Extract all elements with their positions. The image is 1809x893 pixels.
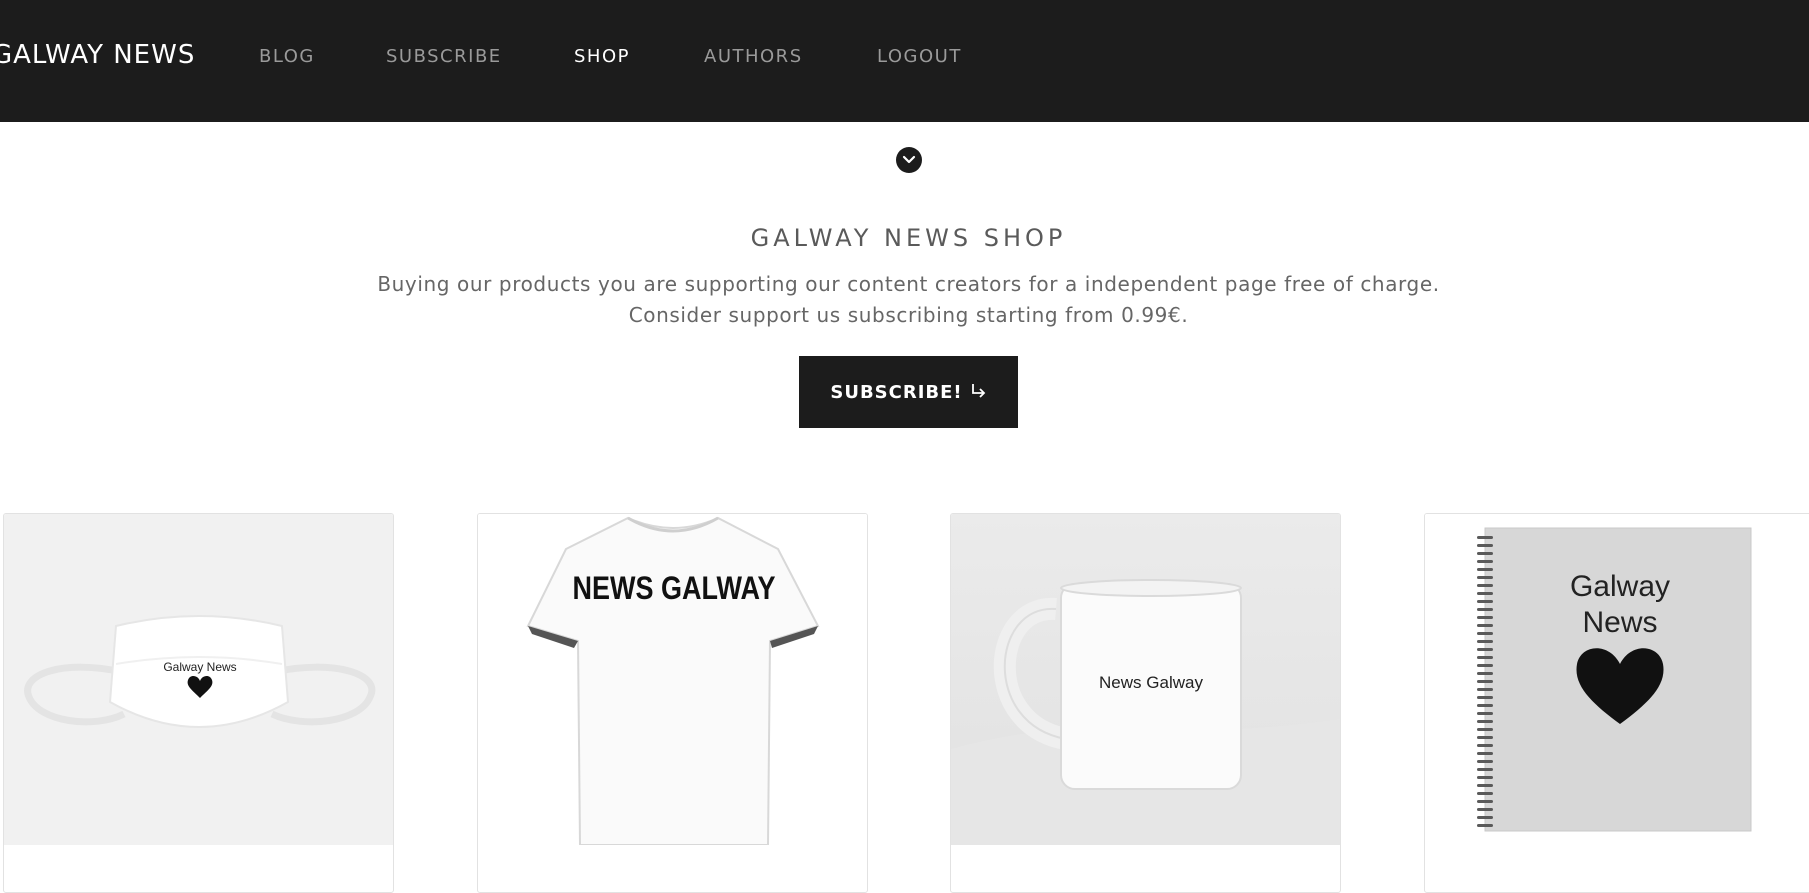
product-card-mug[interactable]: News Galway	[950, 513, 1341, 893]
spiral-coil	[1477, 808, 1493, 811]
nav-item-subscribe[interactable]: SUBSCRIBE	[386, 46, 502, 67]
product-card-tshirt[interactable]: NEWS GALWAY	[477, 513, 868, 893]
spiral-coil	[1477, 752, 1493, 755]
notebook-print-line-1: Galway	[1570, 570, 1670, 603]
spiral-coil	[1477, 664, 1493, 667]
spiral-coil	[1477, 800, 1493, 803]
product-image-notebook: Galway News	[1425, 514, 1809, 845]
spiral-coil	[1477, 616, 1493, 619]
spiral-coil	[1477, 768, 1493, 771]
spiral-coil	[1477, 792, 1493, 795]
spiral-coil	[1477, 680, 1493, 683]
intro-text-line-1: Buying our products you are supporting o…	[377, 272, 1440, 296]
spiral-coil	[1477, 608, 1493, 611]
spiral-coil	[1477, 600, 1493, 603]
spiral-coil	[1477, 720, 1493, 723]
spiral-coil	[1477, 688, 1493, 691]
mask-print-text: Galway News	[163, 660, 236, 674]
nav-item-blog[interactable]: BLOG	[259, 46, 315, 67]
spiral-coil	[1477, 656, 1493, 659]
mug-print-text: News Galway	[1099, 673, 1203, 692]
product-image-mask: Galway News	[4, 514, 393, 845]
notebook-print-line-2: News	[1582, 606, 1657, 639]
nav-item-logout[interactable]: LOGOUT	[877, 46, 962, 67]
brand-logo[interactable]: GALWAY NEWS	[0, 40, 195, 70]
tshirt-print-text: NEWS GALWAY	[573, 571, 776, 607]
spiral-coil	[1477, 632, 1493, 635]
spiral-coil	[1477, 648, 1493, 651]
chevron-down-icon[interactable]	[896, 147, 922, 173]
spiral-coil	[1477, 696, 1493, 699]
spiral-coil	[1477, 816, 1493, 819]
spiral-coil	[1477, 776, 1493, 779]
product-image-tshirt: NEWS GALWAY	[478, 514, 867, 845]
subscribe-button-label: SUBSCRIBE!	[830, 381, 963, 403]
spiral-coil	[1477, 544, 1493, 547]
subscribe-button[interactable]: SUBSCRIBE!	[799, 356, 1018, 428]
spiral-coil	[1477, 592, 1493, 595]
spiral-coil	[1477, 712, 1493, 715]
return-arrow-icon	[969, 381, 987, 404]
spiral-coil	[1477, 736, 1493, 739]
spiral-coil	[1477, 672, 1493, 675]
product-card-mask[interactable]: Galway News	[3, 513, 394, 893]
spiral-coil	[1477, 784, 1493, 787]
spiral-coil	[1477, 536, 1493, 539]
intro-text-line-2: Consider support us subscribing starting…	[628, 303, 1189, 327]
spiral-coil	[1477, 560, 1493, 563]
nav-item-authors[interactable]: AUTHORS	[704, 46, 803, 67]
spiral-coil	[1477, 744, 1493, 747]
nav-item-shop[interactable]: SHOP	[574, 46, 630, 67]
spiral-coil	[1477, 760, 1493, 763]
top-navbar: GALWAY NEWS BLOG SUBSCRIBE SHOP AUTHORS …	[0, 0, 1809, 122]
spiral-coil	[1477, 576, 1493, 579]
spiral-coil	[1477, 624, 1493, 627]
spiral-coil	[1477, 824, 1493, 827]
spiral-coil	[1477, 552, 1493, 555]
spiral-coil	[1477, 704, 1493, 707]
spiral-coil	[1477, 640, 1493, 643]
product-card-notebook[interactable]: Galway News	[1424, 513, 1809, 893]
page-title: GALWAY NEWS SHOP	[750, 224, 1067, 252]
spiral-coil	[1477, 584, 1493, 587]
spiral-coil	[1477, 728, 1493, 731]
spiral-coil	[1477, 568, 1493, 571]
product-image-mug: News Galway	[951, 514, 1340, 845]
